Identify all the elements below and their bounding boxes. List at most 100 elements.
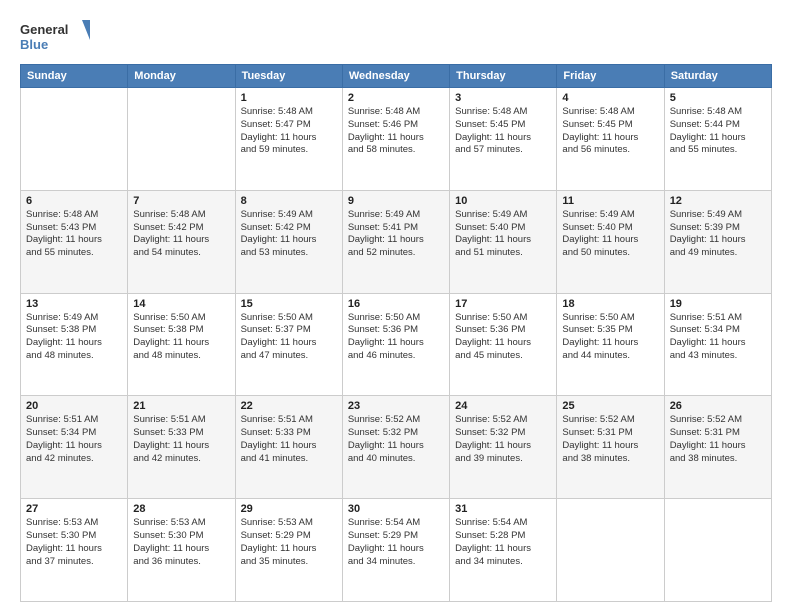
header-monday: Monday — [128, 65, 235, 88]
day-number: 17 — [455, 298, 551, 310]
calendar-cell: 4 Sunrise: 5:48 AM Sunset: 5:45 PM Daylig… — [557, 88, 664, 191]
calendar-cell: 10 Sunrise: 5:49 AM Sunset: 5:40 PM Dayli… — [450, 190, 557, 293]
day-number: 24 — [455, 400, 551, 412]
logo: General Blue — [20, 18, 90, 56]
day-number: 23 — [348, 400, 444, 412]
cell-info: Sunrise: 5:49 AM Sunset: 5:38 PM Dayligh… — [26, 312, 122, 363]
calendar-cell: 17 Sunrise: 5:50 AM Sunset: 5:36 PM Dayli… — [450, 293, 557, 396]
day-number: 7 — [133, 195, 229, 207]
calendar-cell: 13Sunrise: 5:49 AM Sunset: 5:38 PM Dayli… — [21, 293, 128, 396]
calendar-cell: 25 Sunrise: 5:52 AM Sunset: 5:31 PM Dayli… — [557, 396, 664, 499]
cell-info: Sunrise: 5:48 AM Sunset: 5:45 PM Dayligh… — [455, 106, 551, 157]
header-row: SundayMondayTuesdayWednesdayThursdayFrid… — [21, 65, 772, 88]
week-row-1: 1 Sunrise: 5:48 AM Sunset: 5:47 PM Daylig… — [21, 88, 772, 191]
day-number: 21 — [133, 400, 229, 412]
cell-info: Sunrise: 5:48 AM Sunset: 5:42 PM Dayligh… — [133, 209, 229, 260]
cell-info: Sunrise: 5:51 AM Sunset: 5:34 PM Dayligh… — [26, 414, 122, 465]
calendar-cell: 11Sunrise: 5:49 AM Sunset: 5:40 PM Dayli… — [557, 190, 664, 293]
day-number: 22 — [241, 400, 337, 412]
calendar-cell: 8 Sunrise: 5:49 AM Sunset: 5:42 PM Daylig… — [235, 190, 342, 293]
calendar-cell: 1 Sunrise: 5:48 AM Sunset: 5:47 PM Daylig… — [235, 88, 342, 191]
cell-info: Sunrise: 5:49 AM Sunset: 5:40 PM Dayligh… — [455, 209, 551, 260]
calendar-table: SundayMondayTuesdayWednesdayThursdayFrid… — [20, 64, 772, 602]
calendar-cell: 31Sunrise: 5:54 AM Sunset: 5:28 PM Dayli… — [450, 499, 557, 602]
header-tuesday: Tuesday — [235, 65, 342, 88]
cell-info: Sunrise: 5:49 AM Sunset: 5:42 PM Dayligh… — [241, 209, 337, 260]
calendar-cell: 18Sunrise: 5:50 AM Sunset: 5:35 PM Dayli… — [557, 293, 664, 396]
cell-info: Sunrise: 5:53 AM Sunset: 5:29 PM Dayligh… — [241, 517, 337, 568]
day-number: 14 — [133, 298, 229, 310]
cell-info: Sunrise: 5:52 AM Sunset: 5:31 PM Dayligh… — [670, 414, 766, 465]
day-number: 19 — [670, 298, 766, 310]
cell-info: Sunrise: 5:48 AM Sunset: 5:46 PM Dayligh… — [348, 106, 444, 157]
cell-info: Sunrise: 5:50 AM Sunset: 5:36 PM Dayligh… — [455, 312, 551, 363]
calendar-cell — [557, 499, 664, 602]
week-row-2: 6Sunrise: 5:48 AM Sunset: 5:43 PM Daylig… — [21, 190, 772, 293]
calendar-cell: 23 Sunrise: 5:52 AM Sunset: 5:32 PM Dayli… — [342, 396, 449, 499]
calendar-cell — [128, 88, 235, 191]
calendar-cell: 15 Sunrise: 5:50 AM Sunset: 5:37 PM Dayli… — [235, 293, 342, 396]
calendar-cell: 28 Sunrise: 5:53 AM Sunset: 5:30 PM Dayli… — [128, 499, 235, 602]
svg-text:Blue: Blue — [20, 37, 48, 52]
calendar-cell: 12 Sunrise: 5:49 AM Sunset: 5:39 PM Dayli… — [664, 190, 771, 293]
day-number: 3 — [455, 92, 551, 104]
calendar-cell: 22 Sunrise: 5:51 AM Sunset: 5:33 PM Dayli… — [235, 396, 342, 499]
calendar-cell: 30 Sunrise: 5:54 AM Sunset: 5:29 PM Dayli… — [342, 499, 449, 602]
cell-info: Sunrise: 5:50 AM Sunset: 5:36 PM Dayligh… — [348, 312, 444, 363]
cell-info: Sunrise: 5:54 AM Sunset: 5:28 PM Dayligh… — [455, 517, 551, 568]
cell-info: Sunrise: 5:52 AM Sunset: 5:32 PM Dayligh… — [348, 414, 444, 465]
day-number: 28 — [133, 503, 229, 515]
day-number: 4 — [562, 92, 658, 104]
header-wednesday: Wednesday — [342, 65, 449, 88]
calendar-cell: 5 Sunrise: 5:48 AM Sunset: 5:44 PM Daylig… — [664, 88, 771, 191]
cell-info: Sunrise: 5:53 AM Sunset: 5:30 PM Dayligh… — [133, 517, 229, 568]
calendar-cell: 19Sunrise: 5:51 AM Sunset: 5:34 PM Dayli… — [664, 293, 771, 396]
calendar-cell: 20Sunrise: 5:51 AM Sunset: 5:34 PM Dayli… — [21, 396, 128, 499]
logo-svg: General Blue — [20, 18, 90, 56]
cell-info: Sunrise: 5:48 AM Sunset: 5:45 PM Dayligh… — [562, 106, 658, 157]
page: General Blue SundayMondayTuesdayWednesda… — [0, 0, 792, 612]
calendar-cell: 21 Sunrise: 5:51 AM Sunset: 5:33 PM Dayli… — [128, 396, 235, 499]
calendar-cell: 2Sunrise: 5:48 AM Sunset: 5:46 PM Daylig… — [342, 88, 449, 191]
calendar-cell — [21, 88, 128, 191]
day-number: 11 — [562, 195, 658, 207]
cell-info: Sunrise: 5:49 AM Sunset: 5:39 PM Dayligh… — [670, 209, 766, 260]
cell-info: Sunrise: 5:51 AM Sunset: 5:33 PM Dayligh… — [133, 414, 229, 465]
day-number: 12 — [670, 195, 766, 207]
cell-info: Sunrise: 5:50 AM Sunset: 5:37 PM Dayligh… — [241, 312, 337, 363]
day-number: 1 — [241, 92, 337, 104]
cell-info: Sunrise: 5:48 AM Sunset: 5:47 PM Dayligh… — [241, 106, 337, 157]
header-sunday: Sunday — [21, 65, 128, 88]
calendar-cell — [664, 499, 771, 602]
calendar-cell: 16Sunrise: 5:50 AM Sunset: 5:36 PM Dayli… — [342, 293, 449, 396]
cell-info: Sunrise: 5:52 AM Sunset: 5:31 PM Dayligh… — [562, 414, 658, 465]
calendar-cell: 6Sunrise: 5:48 AM Sunset: 5:43 PM Daylig… — [21, 190, 128, 293]
calendar-cell: 29 Sunrise: 5:53 AM Sunset: 5:29 PM Dayli… — [235, 499, 342, 602]
cell-info: Sunrise: 5:51 AM Sunset: 5:33 PM Dayligh… — [241, 414, 337, 465]
day-number: 8 — [241, 195, 337, 207]
day-number: 10 — [455, 195, 551, 207]
day-number: 30 — [348, 503, 444, 515]
day-number: 27 — [26, 503, 122, 515]
day-number: 29 — [241, 503, 337, 515]
day-number: 15 — [241, 298, 337, 310]
calendar-cell: 24 Sunrise: 5:52 AM Sunset: 5:32 PM Dayli… — [450, 396, 557, 499]
day-number: 26 — [670, 400, 766, 412]
header: General Blue — [20, 18, 772, 56]
cell-info: Sunrise: 5:49 AM Sunset: 5:41 PM Dayligh… — [348, 209, 444, 260]
calendar-cell: 7 Sunrise: 5:48 AM Sunset: 5:42 PM Daylig… — [128, 190, 235, 293]
cell-info: Sunrise: 5:48 AM Sunset: 5:44 PM Dayligh… — [670, 106, 766, 157]
cell-info: Sunrise: 5:54 AM Sunset: 5:29 PM Dayligh… — [348, 517, 444, 568]
day-number: 25 — [562, 400, 658, 412]
cell-info: Sunrise: 5:52 AM Sunset: 5:32 PM Dayligh… — [455, 414, 551, 465]
cell-info: Sunrise: 5:50 AM Sunset: 5:38 PM Dayligh… — [133, 312, 229, 363]
day-number: 9 — [348, 195, 444, 207]
week-row-4: 20Sunrise: 5:51 AM Sunset: 5:34 PM Dayli… — [21, 396, 772, 499]
week-row-3: 13Sunrise: 5:49 AM Sunset: 5:38 PM Dayli… — [21, 293, 772, 396]
week-row-5: 27 Sunrise: 5:53 AM Sunset: 5:30 PM Dayli… — [21, 499, 772, 602]
calendar-cell: 3 Sunrise: 5:48 AM Sunset: 5:45 PM Daylig… — [450, 88, 557, 191]
header-thursday: Thursday — [450, 65, 557, 88]
cell-info: Sunrise: 5:53 AM Sunset: 5:30 PM Dayligh… — [26, 517, 122, 568]
day-number: 5 — [670, 92, 766, 104]
calendar-cell: 27 Sunrise: 5:53 AM Sunset: 5:30 PM Dayli… — [21, 499, 128, 602]
